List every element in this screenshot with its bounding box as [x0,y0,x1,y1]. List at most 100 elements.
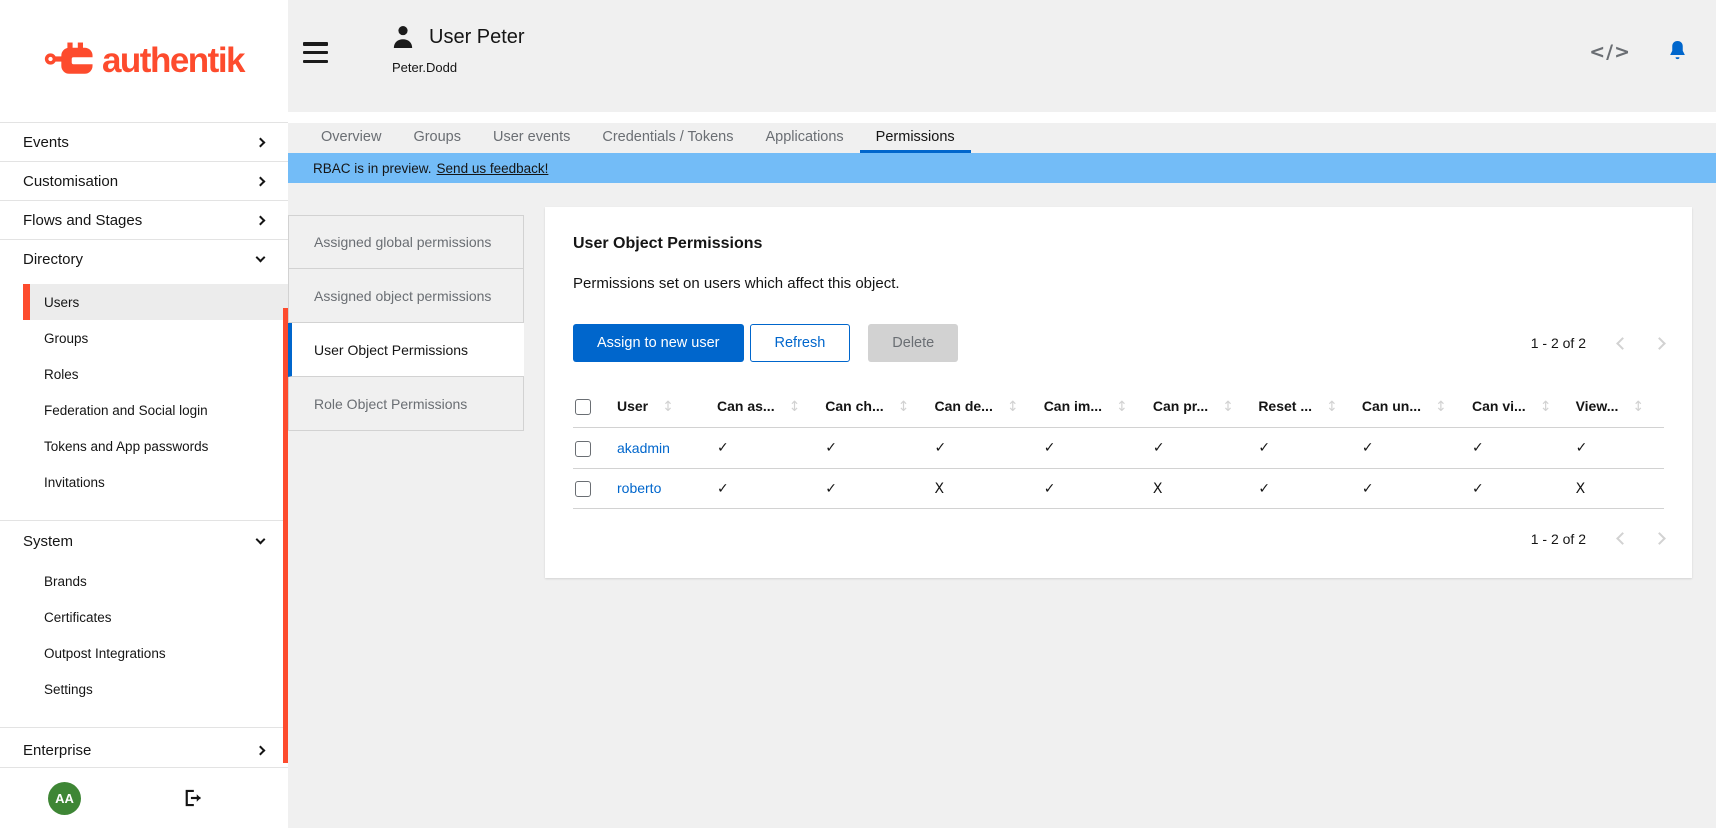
sort-icon[interactable]: ↕ [1007,399,1019,415]
permission-value: ✓ [1472,440,1484,456]
notifications-bell-icon[interactable] [1667,40,1688,63]
chevron-down-icon [256,535,266,545]
tab-groups[interactable]: Groups [397,123,477,153]
user-link[interactable]: akadmin [617,440,670,456]
sort-icon[interactable]: ↕ [1326,399,1338,415]
subtab-assigned-object-permissions[interactable]: Assigned object permissions [288,269,524,323]
tab-applications[interactable]: Applications [749,123,859,153]
tab-credentials-tokens[interactable]: Credentials / Tokens [586,123,749,153]
sort-icon[interactable]: ↕ [662,399,674,415]
table-row: akadmin ✓ ✓ ✓ ✓ ✓ ✓ ✓ ✓ ✓ [573,428,1664,468]
sidebar-item-users[interactable]: Users [23,284,288,320]
permission-value: X [934,481,944,497]
header-divider [288,112,1716,123]
sidebar-item-label: Users [44,295,79,310]
row-checkbox[interactable] [575,441,591,457]
column-header: Can un... [1362,398,1421,414]
menu-toggle-icon[interactable] [303,42,328,63]
permission-value: X [1153,481,1163,497]
sidebar-item-flows-and-stages[interactable]: Flows and Stages [0,201,288,239]
sidebar-item-groups[interactable]: Groups [23,320,288,356]
sidebar-item-tokens[interactable]: Tokens and App passwords [23,428,288,464]
pagination-next-icon[interactable] [1653,533,1666,546]
column-header: Can as... [717,398,775,414]
page-title: User Peter [429,26,525,49]
pagination-next-icon[interactable] [1653,337,1666,350]
sidebar-item-system[interactable]: System [0,521,288,561]
logo[interactable]: authentik [0,0,288,122]
sidebar-item-label: Customisation [23,173,118,190]
pagination-prev-icon[interactable] [1616,533,1629,546]
sidebar-item-certificates[interactable]: Certificates [23,599,288,635]
delete-button[interactable]: Delete [868,324,958,362]
assign-to-new-user-button[interactable]: Assign to new user [573,324,744,362]
permission-value: ✓ [1362,440,1374,456]
pagination-label: 1 - 2 of 2 [1531,335,1586,351]
chevron-right-icon [256,746,266,756]
sidebar-item-label: Outpost Integrations [44,646,166,661]
sidebar-item-label: System [23,533,73,550]
system-sub-list: Brands Certificates Outpost Integrations… [23,561,288,727]
table-header-row: User↕ Can as...↕ Can ch...↕ Can de...↕ C… [573,388,1664,428]
sort-icon[interactable]: ↕ [1540,399,1552,415]
permission-value: ✓ [1258,440,1270,456]
avatar[interactable]: AA [48,782,81,815]
sidebar-item-roles[interactable]: Roles [23,356,288,392]
chevron-right-icon [256,215,266,225]
sidebar-item-label: Flows and Stages [23,212,142,229]
refresh-button[interactable]: Refresh [750,324,851,362]
subtab-role-object-permissions[interactable]: Role Object Permissions [288,377,524,431]
chevron-down-icon [256,253,266,263]
permission-value: ✓ [1472,481,1484,497]
sidebar-item-brands[interactable]: Brands [23,563,288,599]
admin-interface: authentik Events Customisation Flows and… [0,0,1716,828]
sidebar-scrollbar-thumb[interactable] [283,308,288,763]
sort-icon[interactable]: ↕ [1632,399,1644,415]
sidebar-item-invitations[interactable]: Invitations [23,464,288,500]
sidebar-item-customisation[interactable]: Customisation [0,162,288,200]
sidebar-item-federation[interactable]: Federation and Social login [23,392,288,428]
permission-value: ✓ [934,440,946,456]
tab-user-events[interactable]: User events [477,123,586,153]
permission-value: X [1576,481,1586,497]
page-subtitle: Peter.Dodd [392,60,525,75]
sidebar-item-directory[interactable]: Directory [0,240,288,278]
preview-banner: RBAC is in preview. Send us feedback! [288,153,1716,183]
sign-out-icon[interactable] [183,788,203,808]
row-checkbox[interactable] [575,481,591,497]
subtab-assigned-global-permissions[interactable]: Assigned global permissions [288,215,524,269]
page-header: User Peter Peter.Dodd </> [288,0,1716,112]
sort-icon[interactable]: ↕ [1435,399,1447,415]
api-code-icon[interactable]: </> [1589,41,1631,63]
permissions-table: User↕ Can as...↕ Can ch...↕ Can de...↕ C… [573,388,1664,509]
permission-value: ✓ [1362,481,1374,497]
chevron-right-icon [256,176,266,186]
user-link[interactable]: roberto [617,480,661,496]
permission-value: ✓ [1044,440,1056,456]
sidebar-item-label: Settings [44,682,93,697]
permission-value: ✓ [825,481,837,497]
sidebar-item-events[interactable]: Events [0,123,288,161]
sort-icon[interactable]: ↕ [789,399,801,415]
banner-text: RBAC is in preview. [313,161,432,176]
card-title: User Object Permissions [573,235,1664,253]
select-all-checkbox[interactable] [575,399,591,415]
pagination-prev-icon[interactable] [1616,337,1629,350]
tab-permissions[interactable]: Permissions [860,123,971,153]
column-header: Reset ... [1258,398,1312,414]
sidebar-item-settings[interactable]: Settings [23,671,288,707]
sidebar-item-outpost-integrations[interactable]: Outpost Integrations [23,635,288,671]
table-row: roberto ✓ ✓ X ✓ X ✓ ✓ ✓ X [573,468,1664,508]
sort-icon[interactable]: ↕ [1222,399,1234,415]
main-area: User Peter Peter.Dodd </> Overview Group… [288,0,1716,828]
sidebar: authentik Events Customisation Flows and… [0,0,288,828]
content-area: Assigned global permissions Assigned obj… [288,183,1716,578]
sort-icon[interactable]: ↕ [1116,399,1128,415]
permission-value: ✓ [1044,481,1056,497]
feedback-link[interactable]: Send us feedback! [437,161,549,176]
column-header: Can ch... [825,398,883,414]
sidebar-item-label: Groups [44,331,88,346]
tab-overview[interactable]: Overview [305,123,397,153]
sort-icon[interactable]: ↕ [898,399,910,415]
subtab-user-object-permissions[interactable]: User Object Permissions [288,323,524,377]
